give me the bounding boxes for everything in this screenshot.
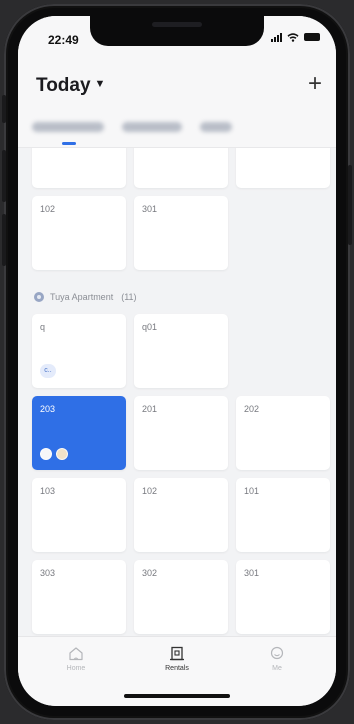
tenant-chip: c..: [40, 364, 56, 378]
room-label: 101: [244, 486, 260, 496]
header: Today ▼ +: [18, 56, 336, 148]
room-label: 302: [142, 568, 158, 578]
room-tile[interactable]: q01: [134, 314, 228, 388]
avatar: [56, 448, 68, 460]
tab-label: Rentals: [165, 665, 189, 672]
room-tile[interactable]: 103: [32, 478, 126, 552]
tab-home[interactable]: Home: [46, 646, 106, 672]
page-title: Today: [36, 75, 91, 96]
rentals-icon: [170, 646, 184, 661]
tab-2[interactable]: [122, 122, 182, 132]
rooms-scroll-area[interactable]: 102 301 Tuya Apartment (11) q c.. q01 20…: [18, 126, 336, 636]
status-icons: [271, 32, 320, 42]
active-tab-indicator: [62, 142, 76, 145]
room-tile-selected[interactable]: 203: [32, 396, 126, 470]
room-label: 202: [244, 404, 260, 414]
today-dropdown[interactable]: Today ▼: [36, 75, 105, 97]
room-label: 102: [142, 486, 158, 496]
tab-1[interactable]: [32, 122, 104, 132]
room-tile[interactable]: 102: [32, 196, 126, 270]
tab-label: Me: [272, 665, 282, 672]
room-tile[interactable]: 301: [236, 560, 330, 634]
room-tile[interactable]: 101: [236, 478, 330, 552]
room-label: 102: [40, 204, 56, 214]
room-label: 303: [40, 568, 56, 578]
group-name: Tuya Apartment: [50, 292, 114, 302]
wifi-icon: [287, 32, 299, 42]
signal-icon: [271, 32, 282, 42]
plus-icon[interactable]: +: [308, 70, 322, 98]
tab-3[interactable]: [200, 122, 232, 132]
tab-me[interactable]: Me: [247, 646, 307, 672]
room-tile[interactable]: 302: [134, 560, 228, 634]
volume-up-button: [2, 150, 6, 202]
group-header[interactable]: Tuya Apartment (11): [34, 292, 137, 302]
room-tile[interactable]: 303: [32, 560, 126, 634]
room-label: 103: [40, 486, 56, 496]
filter-tabs: [32, 122, 232, 132]
tab-label: Home: [66, 665, 86, 672]
room-tile[interactable]: 201: [134, 396, 228, 470]
room-label: q01: [142, 322, 158, 332]
mute-switch: [2, 95, 6, 123]
notch: [90, 16, 264, 46]
tenant-avatars: [40, 448, 68, 460]
room-tile[interactable]: 301: [134, 196, 228, 270]
status-time: 22:49: [48, 33, 79, 47]
battery-icon: [304, 33, 320, 41]
room-label: 301: [142, 204, 158, 214]
avatar: [40, 448, 52, 460]
room-label: 301: [244, 568, 260, 578]
room-label: 201: [142, 404, 158, 414]
chevron-down-icon: ▼: [94, 78, 106, 90]
home-icon: [69, 647, 83, 661]
room-tile[interactable]: 202: [236, 396, 330, 470]
me-icon: [270, 646, 284, 660]
power-button: [348, 165, 352, 245]
group-count: (11): [121, 292, 137, 302]
room-tile[interactable]: q c..: [32, 314, 126, 388]
volume-down-button: [2, 214, 6, 266]
home-indicator[interactable]: [124, 694, 230, 698]
building-icon: [34, 292, 44, 302]
room-label: 203: [40, 404, 56, 414]
room-tile[interactable]: 102: [134, 478, 228, 552]
app-screen: 22:49 Today ▼ + 102 301 Tuya Apartment (…: [18, 16, 336, 706]
tab-rentals[interactable]: Rentals: [147, 646, 207, 672]
room-label: q: [40, 322, 46, 332]
